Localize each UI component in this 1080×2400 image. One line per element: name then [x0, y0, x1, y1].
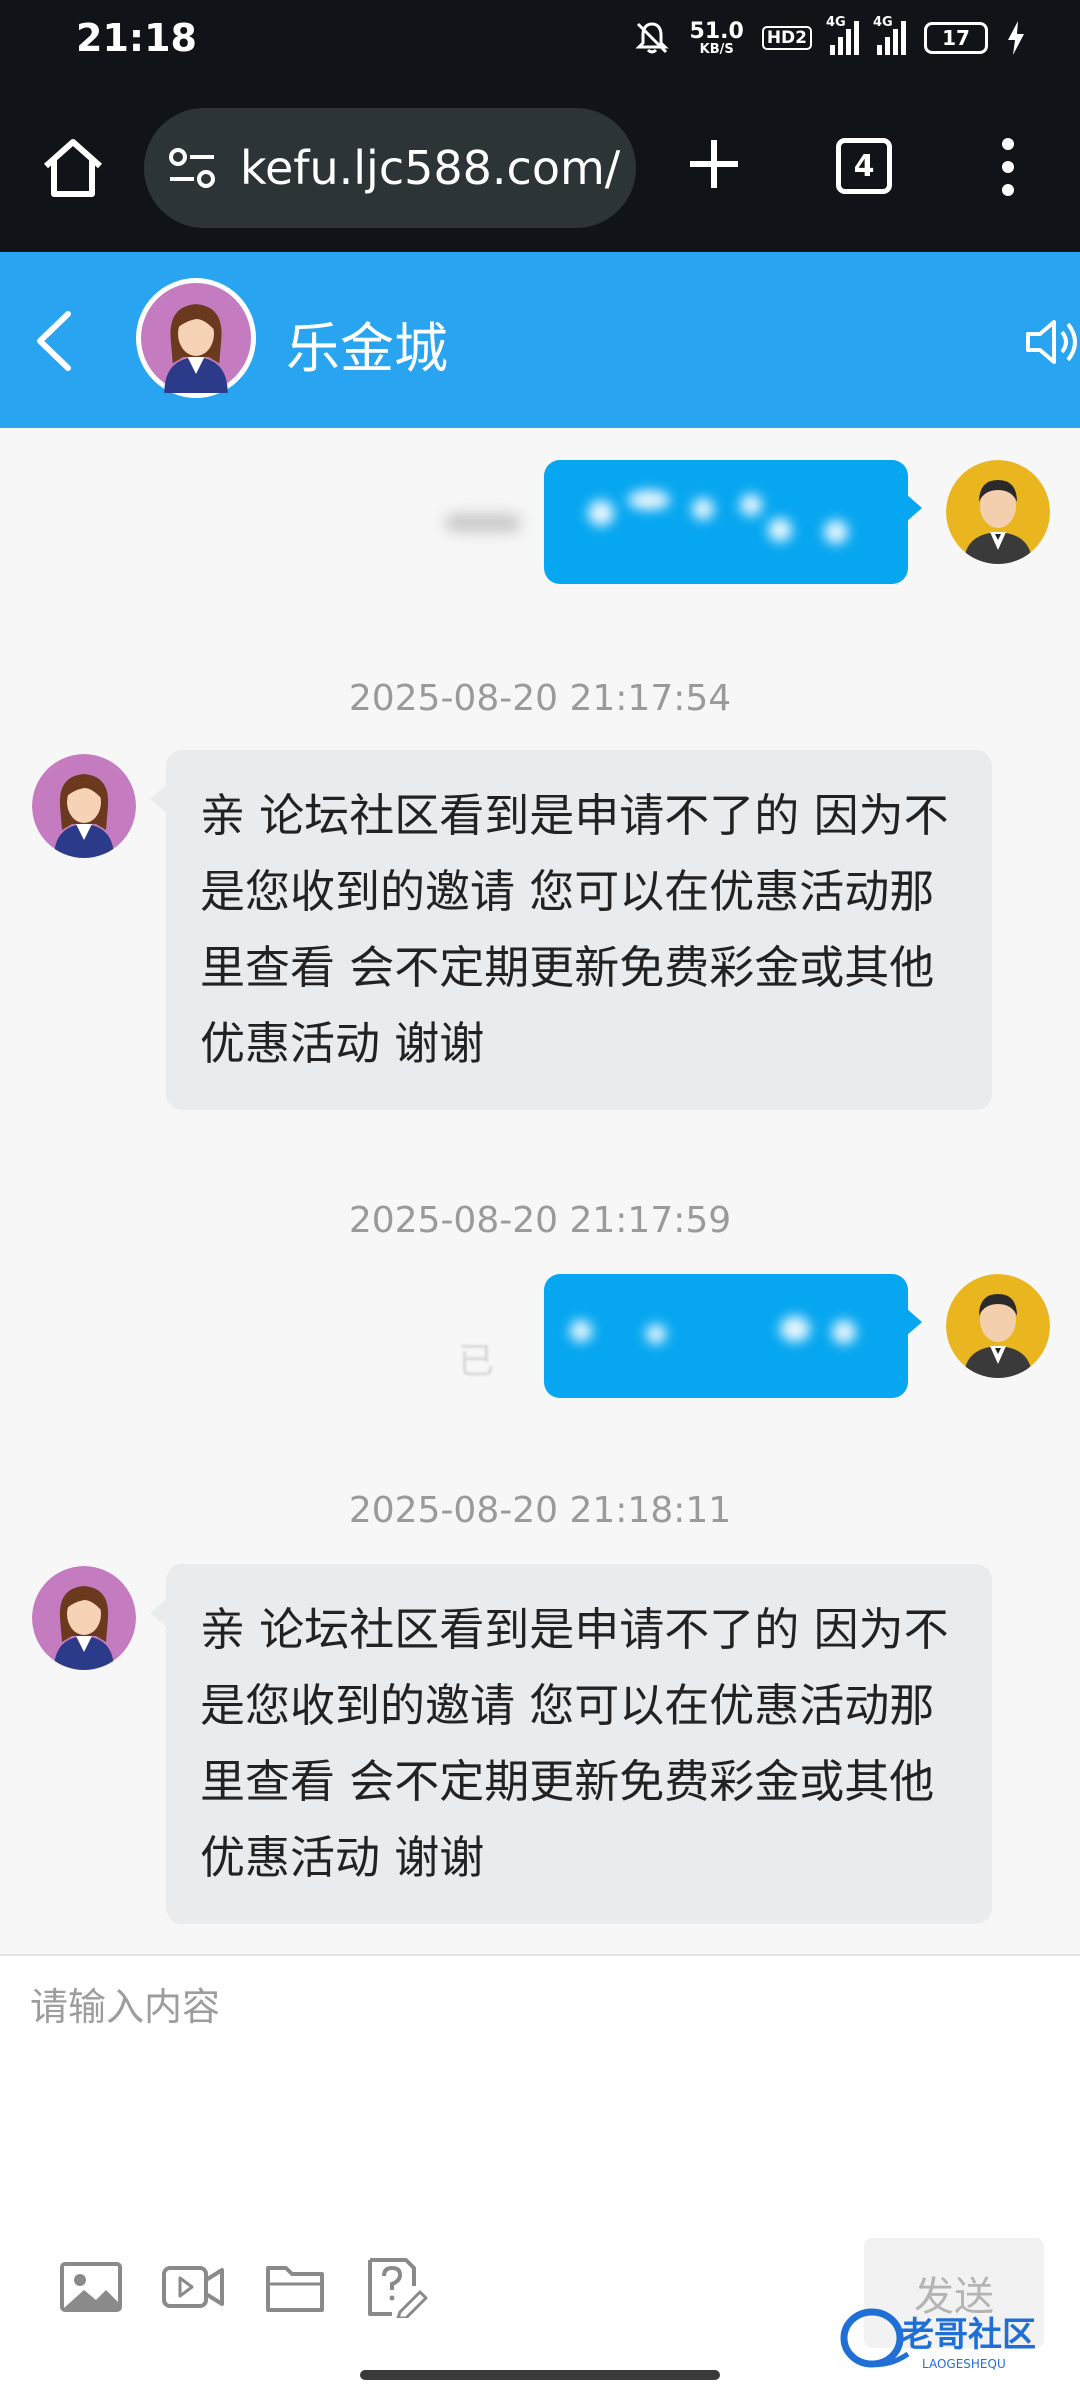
agent-message-bubble-2: 亲 论坛社区看到是申请不了的 因为不是您收到的邀请 您可以在优惠活动那里查看 会…	[150, 1564, 992, 1924]
status-time: 21:18	[76, 16, 197, 60]
user-message-bubble-1	[544, 460, 922, 584]
agent-avatar-header	[136, 278, 256, 398]
signal-2-label: 4G	[873, 15, 893, 30]
hd-voice-icon: HD2	[761, 26, 812, 50]
site-settings-icon[interactable]	[166, 144, 218, 192]
url-text[interactable]: kefu.ljc588.com/k	[240, 138, 620, 198]
signal-strength-icon-2: 4G	[873, 15, 906, 55]
agent-avatar-icon	[141, 283, 251, 393]
signal-strength-icon-1: 4G	[826, 15, 859, 55]
image-upload-icon[interactable]	[58, 2256, 124, 2318]
chat-message-list[interactable]: 2025-08-20 21:17:54 亲 论坛社区看到是申请不了的 因为不是您…	[0, 428, 1080, 1954]
new-tab-icon[interactable]	[682, 132, 746, 196]
network-speed-unit: KB/S	[699, 41, 734, 57]
gesture-navigation-bar[interactable]	[360, 2370, 720, 2380]
message-timestamp-3: 2025-08-20 21:18:11	[348, 1490, 732, 1531]
more-menu-icon[interactable]	[988, 134, 1028, 200]
status-icons: 51.0 KB/S HD2 4G 4G 17	[632, 15, 1026, 58]
user-message-2-status: 已	[458, 1341, 495, 1382]
message-timestamp-1: 2025-08-20 21:17:54	[348, 678, 732, 719]
user-avatar-1	[946, 460, 1050, 564]
chat-header: 乐金城	[0, 252, 1080, 428]
agent-avatar-1	[32, 754, 136, 858]
agent-avatar-2	[32, 1566, 136, 1670]
agent-message-bubble-1: 亲 论坛社区看到是申请不了的 因为不是您收到的邀请 您可以在优惠活动那里查看 会…	[150, 750, 992, 1110]
home-icon[interactable]	[38, 132, 108, 202]
message-input[interactable]	[30, 1976, 1050, 2226]
browser-toolbar: kefu.ljc588.com/k 4	[0, 84, 1080, 252]
battery-level: 17	[942, 26, 970, 50]
status-bar: 21:18 51.0 KB/S HD2 4G 4G 17	[0, 0, 1080, 84]
tab-switcher-button[interactable]: 4	[836, 138, 892, 194]
user-avatar-2	[946, 1274, 1050, 1378]
file-upload-icon[interactable]	[262, 2256, 328, 2318]
user-message-bubble-2	[544, 1274, 922, 1398]
address-bar[interactable]: kefu.ljc588.com/k	[144, 108, 636, 228]
battery-icon: 17	[924, 22, 988, 54]
video-upload-icon[interactable]	[160, 2256, 226, 2318]
help-feedback-icon[interactable]	[362, 2256, 428, 2318]
chat-title: 乐金城	[286, 317, 448, 380]
user-avatar-icon	[946, 460, 1050, 564]
watermark-text: 老哥社区	[900, 2315, 1036, 2355]
agent-avatar-icon	[32, 1566, 136, 1670]
agent-avatar-icon	[32, 754, 136, 858]
signal-1-label: 4G	[826, 15, 846, 30]
charging-icon	[1008, 21, 1024, 55]
mute-notification-icon	[634, 22, 669, 54]
tab-count: 4	[853, 148, 875, 184]
speaker-icon[interactable]	[1024, 312, 1080, 372]
laogeshequ-watermark-logo: 老哥社区 LAOGESHEQU	[840, 2308, 1036, 2371]
network-speed-value: 51.0	[689, 18, 744, 44]
network-speed: 51.0 KB/S	[689, 18, 744, 57]
message-timestamp-2: 2025-08-20 21:17:59	[348, 1200, 732, 1241]
back-arrow-icon[interactable]	[28, 306, 78, 376]
user-message-1-status	[446, 514, 520, 532]
user-avatar-icon	[946, 1274, 1050, 1378]
watermark-subtext: LAOGESHEQU	[922, 2357, 1006, 2371]
